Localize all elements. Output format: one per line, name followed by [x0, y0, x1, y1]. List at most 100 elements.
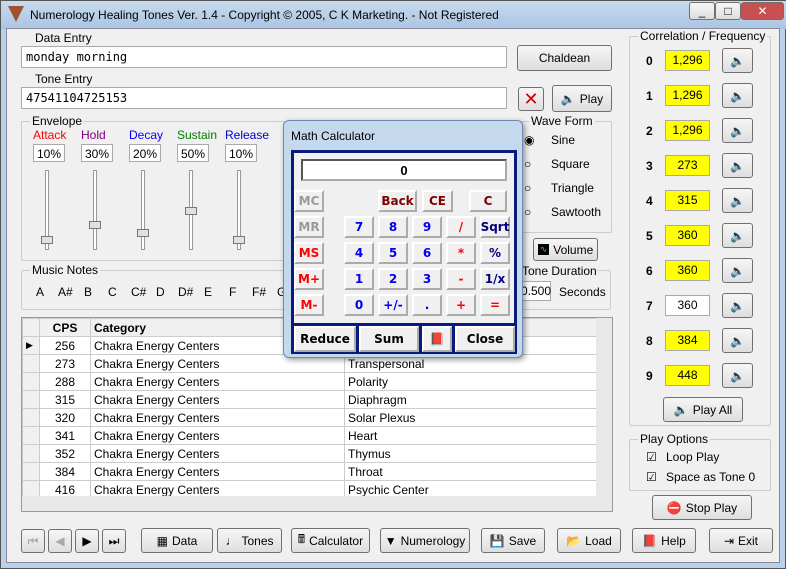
table-row[interactable]: 315 Chakra Energy Centers Diaphragm [22, 390, 598, 409]
calc-button[interactable]: M- [294, 294, 324, 316]
data-button[interactable]: ▦ Data [141, 528, 213, 553]
calc-button[interactable]: . [412, 294, 442, 316]
calc-button[interactable]: 4 [344, 242, 374, 264]
table-row[interactable]: 341 Chakra Energy Centers Heart [22, 426, 598, 445]
calc-button[interactable]: + [446, 294, 476, 316]
wave-square-radio[interactable]: ○ [524, 157, 531, 171]
cell-category[interactable]: Chakra Energy Centers [90, 408, 345, 427]
calc-button[interactable]: C [469, 190, 507, 212]
calc-button[interactable]: 8 [378, 216, 408, 238]
calc-button[interactable]: 1 [344, 268, 374, 290]
calc-button[interactable]: * [446, 242, 476, 264]
note-button[interactable]: C# [131, 285, 146, 299]
calc-button[interactable]: CE [422, 190, 453, 212]
calc-button[interactable]: 5 [378, 242, 408, 264]
save-button[interactable]: 💾 Save [481, 528, 545, 553]
attack-value[interactable]: 10% [33, 144, 65, 162]
tones-button[interactable]: ♩ Tones [217, 528, 282, 553]
table-row[interactable]: 288 Chakra Energy Centers Polarity [22, 372, 598, 391]
last-record-button[interactable]: ⏭ [102, 529, 126, 553]
calculator-button[interactable]: 🖩 Calculator [291, 528, 370, 553]
slider-thumb[interactable] [233, 235, 245, 244]
calc-button[interactable]: MC [294, 190, 324, 212]
cell-cps[interactable]: 315 [39, 390, 91, 409]
hold-value[interactable]: 30% [81, 144, 113, 162]
cell-cps[interactable]: 273 [39, 354, 91, 373]
calc-button[interactable]: - [446, 268, 476, 290]
attack-slider[interactable] [41, 170, 53, 250]
tone-entry-input[interactable]: 47541104725153 [21, 87, 507, 109]
cell-category[interactable]: Chakra Energy Centers [90, 372, 345, 391]
first-record-button[interactable]: ⏮ [21, 529, 45, 553]
decay-slider[interactable] [137, 170, 149, 250]
loop-play-checkbox[interactable]: ☑ [646, 450, 657, 464]
play-frequency-button[interactable]: 🔈 [722, 293, 753, 318]
help-book-icon[interactable]: 📕 [422, 326, 452, 352]
calc-button[interactable]: = [480, 294, 510, 316]
minimize-button[interactable]: _ [689, 2, 715, 20]
sum-button[interactable]: Sum [359, 326, 419, 352]
calc-button[interactable]: +/- [378, 294, 408, 316]
hold-slider[interactable] [89, 170, 101, 250]
load-button[interactable]: 📂 Load [557, 528, 621, 553]
note-button[interactable]: F# [252, 285, 266, 299]
numerology-button[interactable]: ▼ Numerology [380, 528, 470, 553]
volume-button[interactable]: ∿ Volume [533, 238, 598, 261]
play-button[interactable]: 🔈 Play [552, 85, 612, 112]
maximize-button[interactable]: □ [715, 2, 741, 20]
sustain-value[interactable]: 50% [177, 144, 209, 162]
cell-description[interactable]: Heart [344, 426, 598, 445]
cell-cps[interactable]: 352 [39, 444, 91, 463]
note-button[interactable]: A# [58, 285, 73, 299]
clear-tone-button[interactable]: ✕ [518, 87, 544, 111]
note-button[interactable]: D# [178, 285, 193, 299]
data-entry-input[interactable]: monday morning [21, 46, 507, 68]
play-frequency-button[interactable]: 🔈 [722, 118, 753, 143]
cell-description[interactable]: Solar Plexus [344, 408, 598, 427]
calc-button[interactable]: 9 [412, 216, 442, 238]
calc-button[interactable]: MR [294, 216, 324, 238]
cell-cps[interactable]: 384 [39, 462, 91, 481]
sustain-slider[interactable] [185, 170, 197, 250]
calc-button[interactable]: MS [294, 242, 324, 264]
slider-thumb[interactable] [185, 207, 197, 215]
help-button[interactable]: 📕 Help [632, 528, 696, 553]
calc-button[interactable]: 7 [344, 216, 374, 238]
space-tone-checkbox[interactable]: ☑ [646, 470, 657, 484]
play-all-button[interactable]: 🔈 Play All [663, 397, 743, 422]
cell-cps[interactable]: 256 [39, 336, 91, 355]
cell-description[interactable]: Throat [344, 462, 598, 481]
calc-button[interactable]: 6 [412, 242, 442, 264]
cell-cps[interactable]: 341 [39, 426, 91, 445]
play-frequency-button[interactable]: 🔈 [722, 153, 753, 178]
play-frequency-button[interactable]: 🔈 [722, 83, 753, 108]
play-frequency-button[interactable]: 🔈 [722, 363, 753, 388]
close-calculator-button[interactable]: Close [455, 326, 515, 352]
calc-button[interactable]: 3 [412, 268, 442, 290]
cell-description[interactable]: Polarity [344, 372, 598, 391]
cell-description[interactable]: Diaphragm [344, 390, 598, 409]
cell-cps[interactable]: 320 [39, 408, 91, 427]
note-button[interactable]: C [108, 285, 117, 299]
play-frequency-button[interactable]: 🔈 [722, 48, 753, 73]
chaldean-button[interactable]: Chaldean [517, 45, 612, 71]
next-record-button[interactable]: ▶ [75, 529, 99, 553]
wave-triangle-radio[interactable]: ○ [524, 181, 531, 195]
stop-play-button[interactable]: ⛔ Stop Play [652, 495, 752, 520]
slider-thumb[interactable] [137, 228, 149, 237]
calc-button[interactable]: Sqrt [480, 216, 510, 238]
cell-description[interactable]: Thymus [344, 444, 598, 463]
calc-button[interactable]: M+ [294, 268, 324, 290]
horizontal-scrollbar[interactable] [22, 496, 612, 511]
play-frequency-button[interactable]: 🔈 [722, 328, 753, 353]
slider-thumb[interactable] [89, 221, 101, 230]
play-frequency-button[interactable]: 🔈 [722, 188, 753, 213]
release-value[interactable]: 10% [225, 144, 257, 162]
prev-record-button[interactable]: ◀ [48, 529, 72, 553]
note-button[interactable]: A [36, 285, 44, 299]
note-button[interactable]: E [204, 285, 212, 299]
table-row[interactable]: 352 Chakra Energy Centers Thymus [22, 444, 598, 463]
note-button[interactable]: B [84, 285, 92, 299]
close-window-button[interactable]: ✕ [741, 2, 784, 20]
cell-category[interactable]: Chakra Energy Centers [90, 390, 345, 409]
